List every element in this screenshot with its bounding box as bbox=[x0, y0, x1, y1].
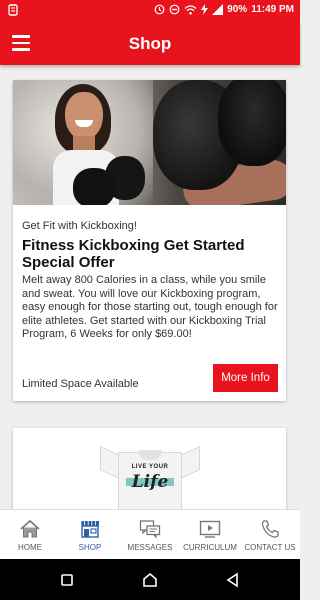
nav-label-messages: MESSAGES bbox=[127, 543, 173, 552]
status-right: 90% 11:49 PM bbox=[154, 4, 294, 15]
notification-icon bbox=[8, 4, 18, 16]
status-time: 11:49 PM bbox=[251, 4, 294, 15]
shop-content[interactable]: Get Fit with Kickboxing! Fitness Kickbox… bbox=[0, 65, 300, 509]
nav-label-shop: SHOP bbox=[78, 543, 102, 552]
nav-item-curriculum[interactable]: CURRICULUM bbox=[180, 510, 240, 559]
bottom-navigation: HOME SHOP MESSAGES CURRICULUM CONTACT US bbox=[0, 509, 300, 559]
recent-apps-icon[interactable] bbox=[58, 571, 76, 589]
card-subtitle: Get Fit with Kickboxing! bbox=[22, 220, 137, 232]
nav-item-contact-us[interactable]: CONTACT US bbox=[240, 510, 300, 559]
nav-item-shop[interactable]: SHOP bbox=[60, 510, 120, 559]
shirt-print-main: Life bbox=[131, 472, 169, 492]
nav-label-home: HOME bbox=[18, 543, 42, 552]
messages-icon bbox=[139, 520, 161, 539]
system-navigation-bar bbox=[0, 559, 300, 600]
t-shirt-photo: LIVE YOUR Life bbox=[100, 442, 200, 509]
nav-label-curriculum: CURRICULUM bbox=[183, 543, 237, 552]
shirt-print-top: LIVE YOUR bbox=[131, 464, 169, 470]
battery-percent: 90% bbox=[227, 4, 248, 15]
kickboxing-photo bbox=[13, 80, 286, 205]
back-icon[interactable] bbox=[224, 571, 242, 589]
page-title: Shop bbox=[128, 34, 172, 53]
do-not-disturb-icon bbox=[169, 4, 180, 15]
home-icon bbox=[20, 519, 40, 538]
availability-text: Limited Space Available bbox=[22, 378, 139, 390]
nav-item-messages[interactable]: MESSAGES bbox=[120, 510, 180, 559]
wifi-icon bbox=[184, 4, 197, 15]
home-system-icon[interactable] bbox=[141, 571, 159, 589]
card-description: Melt away 800 Calories in a class, while… bbox=[22, 274, 278, 340]
product-card: Get Fit with Kickboxing! Fitness Kickbox… bbox=[13, 80, 286, 401]
video-icon bbox=[199, 520, 221, 538]
signal-icon bbox=[212, 4, 224, 15]
status-bar: 90% 11:49 PM bbox=[0, 0, 300, 22]
phone-icon bbox=[261, 520, 279, 538]
product-card-tshirt[interactable]: LIVE YOUR Life bbox=[13, 428, 286, 509]
shop-icon bbox=[80, 521, 99, 538]
app-bar: Shop bbox=[0, 22, 300, 65]
nav-label-contact-us: CONTACT US bbox=[244, 543, 296, 552]
alarm-icon bbox=[154, 4, 165, 15]
more-info-button[interactable]: More Info bbox=[213, 364, 278, 392]
battery-saver-icon bbox=[201, 4, 209, 15]
card-title: Fitness Kickboxing Get Started Special O… bbox=[22, 237, 245, 271]
nav-item-home[interactable]: HOME bbox=[0, 510, 60, 559]
status-left-icons bbox=[8, 4, 18, 16]
